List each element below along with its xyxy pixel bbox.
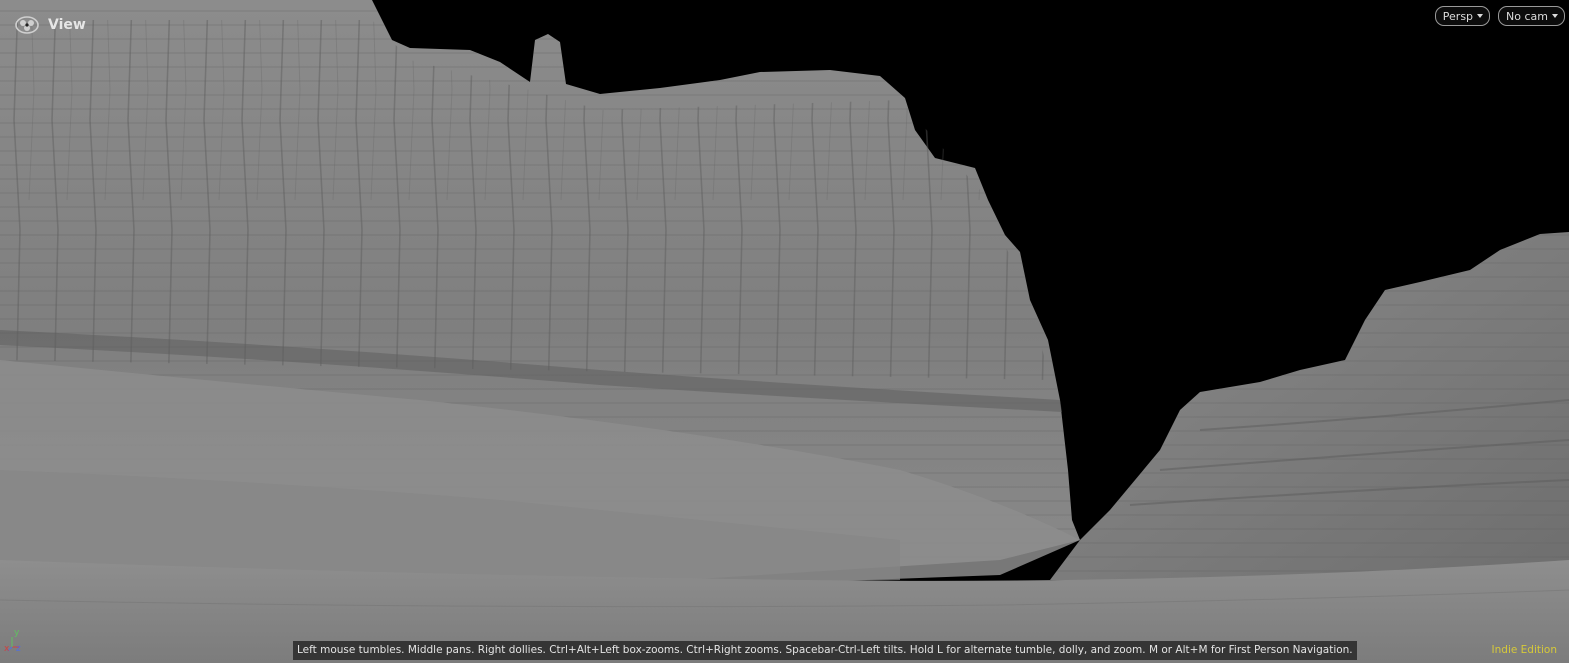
axis-label-y: y: [14, 628, 20, 638]
viewport-title-text: View: [48, 17, 86, 33]
axis-gizmo: y x z: [4, 628, 28, 655]
navigation-hint: Left mouse tumbles. Middle pans. Right d…: [293, 641, 1357, 660]
edition-label: Indie Edition: [1491, 644, 1557, 656]
projection-label: Persp: [1442, 9, 1474, 23]
axis-label-x: x: [4, 644, 10, 654]
chevron-down-icon: [1477, 14, 1484, 18]
chevron-down-icon: [1552, 14, 1558, 18]
terrain-render[interactable]: [0, 0, 1569, 663]
viewport-title[interactable]: View: [14, 14, 86, 36]
scene-viewport[interactable]: View Persp No cam y x z Left mouse tumbl…: [0, 0, 1569, 663]
houdini-view-icon: [15, 16, 39, 34]
projection-dropdown[interactable]: Persp: [1434, 6, 1491, 26]
axis-label-z: z: [16, 644, 21, 654]
camera-dropdown[interactable]: No cam: [1498, 6, 1565, 26]
camera-label: No cam: [1506, 9, 1548, 23]
camera-controls: Persp No cam: [1434, 6, 1565, 26]
